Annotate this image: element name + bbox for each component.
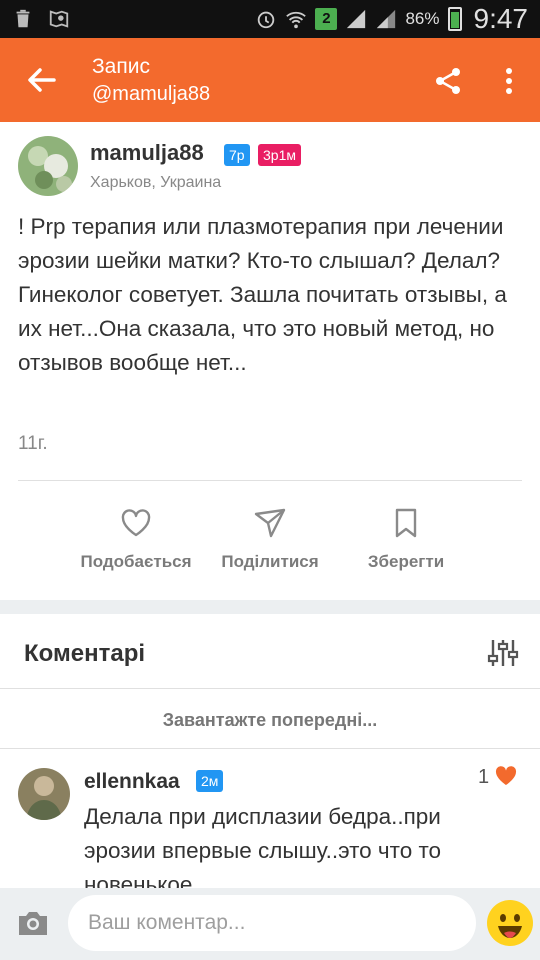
comment-text: Делала при дисплазии бедра..при эрозии в… [84,804,442,897]
comment-like-count: 1 [478,766,490,788]
battery-icon [447,7,462,31]
clock: 9:47 [473,3,529,34]
app-bar-titles: Запис @mamulja88 [92,54,210,108]
bookmark-icon [395,508,417,538]
commenter-avatar[interactable] [18,768,70,820]
author-name[interactable]: mamulja88 [90,140,204,166]
battery-percent: 86% [405,9,440,28]
status-bar: 2 86% 9:47 [0,0,540,38]
alarm-icon [258,11,275,29]
comments-title: Коментарі [24,640,146,667]
share-label: Поділитися [221,552,319,571]
author-location: Харьков, Украина [90,174,222,191]
signal-icon [347,9,366,29]
like-button[interactable]: Подобається [66,506,206,586]
send-icon [254,508,286,538]
post-age: 11г. [18,433,48,454]
commenter-badge: 2м [196,770,224,792]
page-subtitle: @mamulja88 [92,83,211,105]
save-label: Зберегти [367,552,445,571]
filter-sliders-icon[interactable] [486,636,520,670]
trash-icon [16,9,30,28]
sim-slot-indicator: 2 [315,8,338,30]
divider [18,480,522,481]
share-button[interactable]: Поділитися [200,506,340,586]
app-bar: Запис @mamulja88 [0,38,540,122]
account-age-badge: 3р1м [258,144,301,166]
heart-outline-icon [121,509,151,537]
emoji-icon[interactable] [486,899,534,947]
page-title: Запис [92,55,150,78]
author-avatar[interactable] [18,136,78,196]
map-icon [49,10,69,28]
load-previous-comments[interactable]: Завантажте попередні... [0,710,540,731]
save-button[interactable]: Зберегти [336,506,476,586]
camera-icon[interactable] [16,908,50,938]
wifi-icon [286,11,307,29]
like-label: Подобається [80,552,192,571]
back-arrow-icon[interactable] [20,60,64,100]
rating-badge: 7р [224,144,250,166]
heart-filled-icon[interactable] [494,764,518,788]
post-card: mamulja88 7р 3р1м Харьков, Украина ! Prp… [0,122,540,600]
more-vertical-icon[interactable] [494,64,524,98]
comment-input[interactable] [68,895,476,951]
share-icon[interactable] [430,64,466,98]
post-text: ! Prp терапия или плазмотерапия при лече… [18,214,507,375]
divider [0,748,540,749]
comment-composer [0,888,540,960]
signal-icon-2 [377,9,396,29]
divider [0,688,540,689]
commenter-name[interactable]: ellennkaa [84,770,180,794]
